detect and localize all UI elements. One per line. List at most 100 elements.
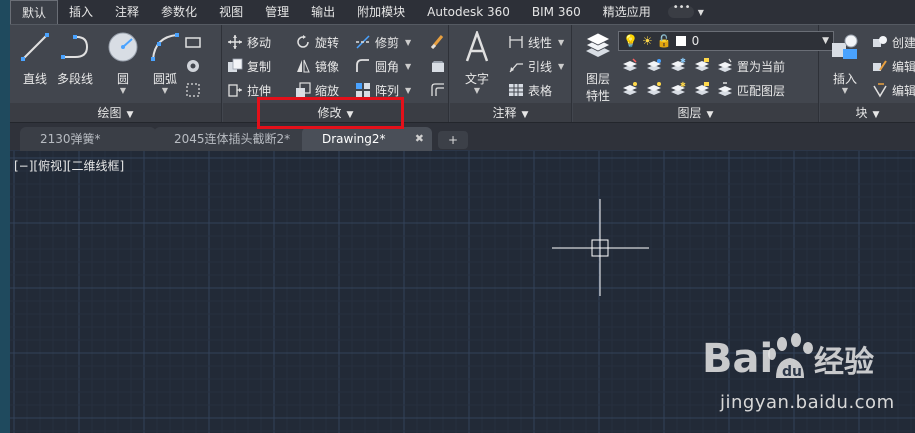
layer-lock-icon[interactable] xyxy=(693,57,711,75)
line-icon xyxy=(21,33,49,61)
hatch-icon[interactable] xyxy=(184,57,202,75)
linear-dimension-button[interactable]: 线性 ▼ xyxy=(508,31,564,53)
scale-icon xyxy=(296,82,311,97)
leader-icon xyxy=(509,63,523,73)
tab-manage[interactable]: 管理 xyxy=(254,0,300,24)
file-tab[interactable]: 2130弹簧* xyxy=(20,127,156,151)
copy-button[interactable]: 复制 xyxy=(227,55,271,77)
insert-dropdown-icon[interactable]: ▼ xyxy=(822,87,868,95)
ribbon-tab-bar: 默认 插入 注释 参数化 视图 管理 输出 附加模块 Autodesk 360 … xyxy=(10,0,915,24)
lock-icon[interactable]: 🔓 xyxy=(657,34,672,48)
layer-thaw-icon[interactable]: ✱ xyxy=(669,81,687,99)
arc-dropdown-icon[interactable]: ▼ xyxy=(142,87,188,95)
leader-button[interactable]: 引线 ▼ xyxy=(508,55,564,77)
create-block-button[interactable]: 创建 xyxy=(872,31,915,53)
chevron-down-icon[interactable]: ▼ xyxy=(698,8,704,17)
svg-text:✱: ✱ xyxy=(680,57,686,65)
layer-isolate-icon[interactable] xyxy=(645,57,663,75)
leader-dropdown-icon[interactable]: ▼ xyxy=(558,62,564,71)
chevron-down-icon: ▼ xyxy=(706,110,714,120)
watermark-url: jingyan.baidu.com xyxy=(720,392,895,413)
explode-icon[interactable] xyxy=(429,57,447,75)
tab-autodesk-360[interactable]: Autodesk 360 xyxy=(416,0,521,24)
tab-insert[interactable]: 插入 xyxy=(58,0,104,24)
annotation-panel-footer[interactable]: 注释 ▼ xyxy=(450,103,571,123)
sun-icon[interactable]: ☀ xyxy=(642,34,653,48)
trim-button[interactable]: 修剪 ▼ xyxy=(355,31,411,53)
set-current-button[interactable]: 置为当前 xyxy=(717,55,785,77)
edit-attribute-button[interactable]: 编辑属 xyxy=(872,79,915,101)
rectangle-icon[interactable] xyxy=(184,33,202,51)
fillet-dropdown-icon[interactable]: ▼ xyxy=(405,62,411,71)
circle-button[interactable]: 圆 ▼ xyxy=(100,31,146,95)
polyline-button[interactable]: 多段线 xyxy=(52,31,98,87)
polyline-icon xyxy=(61,35,89,59)
edit-attribute-icon xyxy=(873,83,887,98)
text-dropdown-icon[interactable]: ▼ xyxy=(454,87,500,95)
circle-dropdown-icon[interactable]: ▼ xyxy=(100,87,146,95)
move-button[interactable]: 移动 xyxy=(227,31,271,53)
annotation-panel: 文字 ▼ 线性 ▼ 引线 ▼ 表格 注释 ▼ xyxy=(450,25,572,123)
insert-block-icon xyxy=(832,34,858,59)
table-button[interactable]: 表格 xyxy=(508,79,552,101)
current-layer-name: 0 xyxy=(691,34,700,48)
layer-color-swatch xyxy=(675,36,686,46)
tab-addins[interactable]: 附加模块 xyxy=(346,0,416,24)
file-tab[interactable]: 2045连体插头截断2* xyxy=(154,127,304,151)
chevron-down-icon: ▼ xyxy=(872,110,880,120)
block-panel-footer[interactable]: 块 ▼ xyxy=(820,103,915,123)
layer-properties-icon xyxy=(585,32,611,57)
trim-icon xyxy=(356,35,370,49)
erase-icon[interactable] xyxy=(429,33,447,51)
highlight-rectangle xyxy=(257,97,404,129)
rotate-button[interactable]: 旋转 xyxy=(295,31,339,53)
tab-annotate[interactable]: 注释 xyxy=(104,0,150,24)
insert-block-button[interactable]: 插入 ▼ xyxy=(822,31,868,95)
match-layer-button[interactable]: 匹配图层 xyxy=(717,79,785,101)
lightbulb-icon[interactable]: 💡 xyxy=(623,34,638,48)
fillet-button[interactable]: 圆角 ▼ xyxy=(355,55,411,77)
edit-block-button[interactable]: 编辑 xyxy=(872,55,915,77)
new-tab-button[interactable]: + xyxy=(438,131,468,149)
linear-dimension-icon xyxy=(509,36,523,48)
offset-icon[interactable] xyxy=(429,81,447,99)
tab-featured-apps[interactable]: 精选应用 xyxy=(592,0,662,24)
block-panel: 插入 ▼ 创建 编辑 编辑属 块▼ xyxy=(820,25,915,123)
arc-icon xyxy=(151,33,179,61)
mirror-button[interactable]: 镜像 xyxy=(295,55,339,77)
viewport-controls-label[interactable]: [−][俯视][二维线框] xyxy=(14,157,124,174)
text-button[interactable]: 文字 ▼ xyxy=(454,29,500,95)
baidu-watermark: Bai du 经验 jingyan.baidu.com xyxy=(698,330,898,425)
file-tab-active[interactable]: Drawing2* ✖ xyxy=(302,127,432,151)
layer-unisolate-icon[interactable] xyxy=(645,81,663,99)
boundary-icon[interactable] xyxy=(184,81,202,99)
layer-walk-icon[interactable] xyxy=(621,81,639,99)
create-block-icon xyxy=(873,36,887,47)
array-dropdown-icon[interactable]: ▼ xyxy=(405,86,411,95)
ribbon-options-icon[interactable] xyxy=(667,2,694,18)
svg-text:Bai: Bai xyxy=(702,336,773,382)
stretch-icon xyxy=(228,84,242,97)
linear-dropdown-icon[interactable]: ▼ xyxy=(558,38,564,47)
tab-default[interactable]: 默认 xyxy=(10,0,59,24)
tab-parametric[interactable]: 参数化 xyxy=(150,0,208,24)
arc-button[interactable]: 圆弧 ▼ xyxy=(142,31,188,95)
svg-text:✱: ✱ xyxy=(680,81,686,89)
tab-bim-360[interactable]: BIM 360 xyxy=(521,0,592,24)
tab-output[interactable]: 输出 xyxy=(300,0,346,24)
trim-dropdown-icon[interactable]: ▼ xyxy=(405,38,411,47)
baidu-logo: Bai du 经验 xyxy=(702,333,874,382)
table-icon xyxy=(509,84,523,96)
layer-properties-button[interactable]: 图层 特性 xyxy=(575,31,621,104)
layer-off-icon[interactable] xyxy=(621,57,639,75)
layers-panel-footer[interactable]: 图层 ▼ xyxy=(573,103,818,123)
layer-dropdown[interactable]: 💡 ☀ 🔓 0 ▼ xyxy=(618,31,834,51)
layer-unlock-icon[interactable] xyxy=(693,81,711,99)
close-icon[interactable]: ✖ xyxy=(415,127,424,151)
set-current-icon xyxy=(718,58,732,72)
ribbon: 直线 多段线 圆 ▼ 圆弧 ▼ 绘图 ▼ 移动 旋转 修剪 ▼ 复制 镜像 圆角… xyxy=(10,24,915,123)
draw-panel-footer[interactable]: 绘图 ▼ xyxy=(10,103,221,123)
layer-freeze-icon[interactable]: ✱ xyxy=(669,57,687,75)
tab-view[interactable]: 视图 xyxy=(208,0,254,24)
svg-text:du: du xyxy=(782,364,802,380)
